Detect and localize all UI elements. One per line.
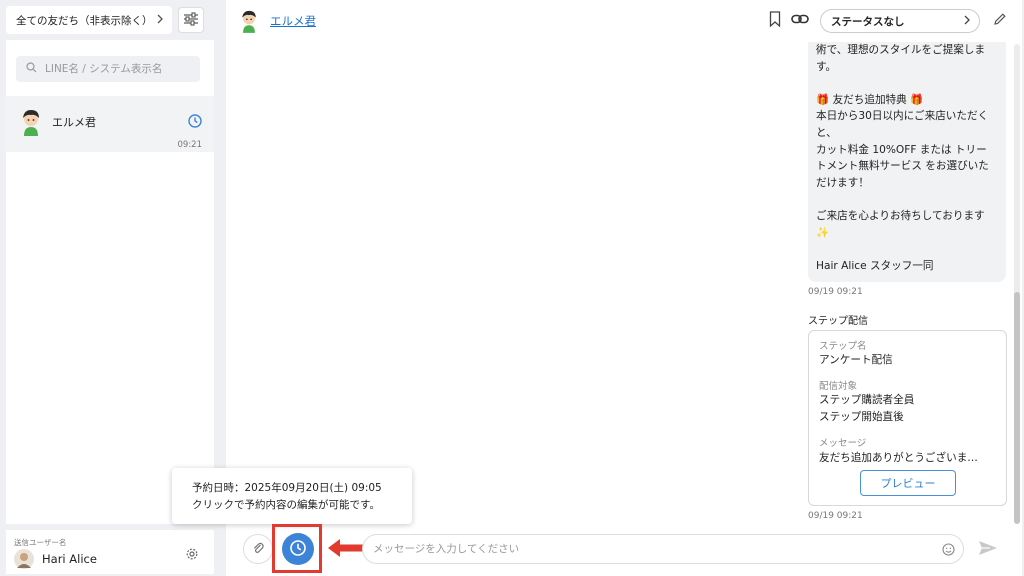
step-message-label: メッセージ xyxy=(819,438,867,449)
chevron-right-icon xyxy=(156,14,164,27)
step-name-value: アンケート配信 xyxy=(819,354,893,366)
step-message-value: 友だち追加ありがとうございま… xyxy=(819,452,978,464)
message-line: ✨ xyxy=(816,226,830,239)
message-line: と、 xyxy=(816,126,837,139)
message-line: 術で、理想のスタイルをご提案しま xyxy=(816,44,986,56)
link-icon[interactable] xyxy=(791,12,809,29)
avatar xyxy=(18,108,44,136)
chat-friend-name-link[interactable]: エルメ君 xyxy=(270,13,316,29)
pencil-icon[interactable] xyxy=(993,12,1007,29)
sender-label: 送信ユーザー名 xyxy=(14,538,67,547)
send-icon[interactable] xyxy=(978,538,998,561)
friend-name: エルメ君 xyxy=(52,116,96,129)
message-line: す。 xyxy=(816,60,837,73)
gift-icon: 🎁 xyxy=(816,93,830,106)
step-target-value: ステップ購読者全員 xyxy=(819,394,915,406)
tooltip-hint: クリックで予約内容の編集が可能です。 xyxy=(192,499,380,511)
message-line: ご来店を心よりお待ちしております xyxy=(816,209,985,222)
smiley-icon[interactable] xyxy=(942,542,955,556)
friend-filter-dropdown[interactable]: 全ての友だち（非表示除く） xyxy=(6,6,172,34)
clock-icon xyxy=(289,539,307,560)
filter-row: 全ての友だち（非表示除く） xyxy=(6,0,214,40)
clock-icon xyxy=(188,114,202,131)
scheduled-message-button[interactable] xyxy=(282,533,314,565)
paperclip-icon xyxy=(252,541,264,558)
search-icon xyxy=(26,62,37,76)
message-line: だけます！ xyxy=(816,176,869,189)
message-line-text: 友だち追加特典 xyxy=(832,93,907,106)
friend-search-input[interactable] xyxy=(45,63,185,75)
bookmark-icon[interactable] xyxy=(769,11,781,30)
gear-icon xyxy=(185,547,199,564)
friend-search xyxy=(16,56,200,82)
chevron-right-icon xyxy=(963,15,971,28)
step-target-label: 配信対象 xyxy=(819,381,858,392)
arrow-left-icon xyxy=(326,537,366,562)
step-delivery-card: ステップ名 アンケート配信 配信対象 ステップ購読者全員 ステップ開始直後 メッ… xyxy=(808,330,1007,506)
gift-icon: 🎁 xyxy=(910,93,924,106)
step-name-label: ステップ名 xyxy=(819,341,867,352)
message-bubble: 術で、理想のスタイルをご提案しま す。 🎁 友だち追加特典 🎁 本日から30日以… xyxy=(808,42,1006,282)
preview-button[interactable]: プレビュー xyxy=(860,470,956,496)
message-input-wrapper xyxy=(362,534,964,564)
message-line xyxy=(816,241,998,258)
step-delivery-title: ステップ配信 xyxy=(808,316,868,327)
sender-panel: 送信ユーザー名 Hari Alice xyxy=(6,530,214,574)
message-line: 本日から30日以内にご来店いただく xyxy=(816,110,989,123)
step-target-timing: ステップ開始直後 xyxy=(819,411,904,423)
sender-settings-button[interactable] xyxy=(182,545,202,565)
status-dropdown[interactable]: ステータスなし xyxy=(820,9,980,33)
message-input[interactable] xyxy=(373,543,942,555)
friend-last-time: 09:21 xyxy=(177,140,203,150)
friend-list-item[interactable]: エルメ君 09:21 xyxy=(6,96,214,152)
attach-button[interactable] xyxy=(243,534,273,564)
friend-list-panel: 全ての友だち（非表示除く） LINE名 / システム表示名 エルメ君 09:21 xyxy=(6,0,214,524)
avatar xyxy=(238,8,260,34)
chat-scrollbar-thumb[interactable] xyxy=(1014,292,1020,524)
tooltip-datetime: 予約日時：2025年09月20日(土) 09:05 xyxy=(192,482,382,494)
message-timestamp: 09/19 09:21 xyxy=(808,287,863,297)
message-line xyxy=(816,75,998,92)
sender-avatar xyxy=(14,549,34,569)
sliders-icon xyxy=(183,11,199,29)
status-label: ステータスなし xyxy=(831,15,905,28)
message-line: 🎁 友だち追加特典 🎁 xyxy=(816,92,998,109)
message-line: トメント無料サービス をお選びいた xyxy=(816,160,989,173)
friend-filter-label: 全ての友だち（非表示除く） xyxy=(16,14,153,27)
chat-header: エルメ君 ステータスなし xyxy=(226,0,1022,42)
schedule-tooltip: 予約日時：2025年09月20日(土) 09:05 クリックで予約内容の編集が可… xyxy=(172,468,412,524)
filter-settings-button[interactable] xyxy=(178,7,204,33)
message-line: カット料金 10%OFF または トリー xyxy=(816,143,987,156)
message-line: Hair Alice スタッフ一同 xyxy=(816,259,934,272)
message-line xyxy=(816,191,998,208)
sender-name: Hari Alice xyxy=(42,552,97,566)
step-timestamp: 09/19 09:21 xyxy=(808,511,863,521)
